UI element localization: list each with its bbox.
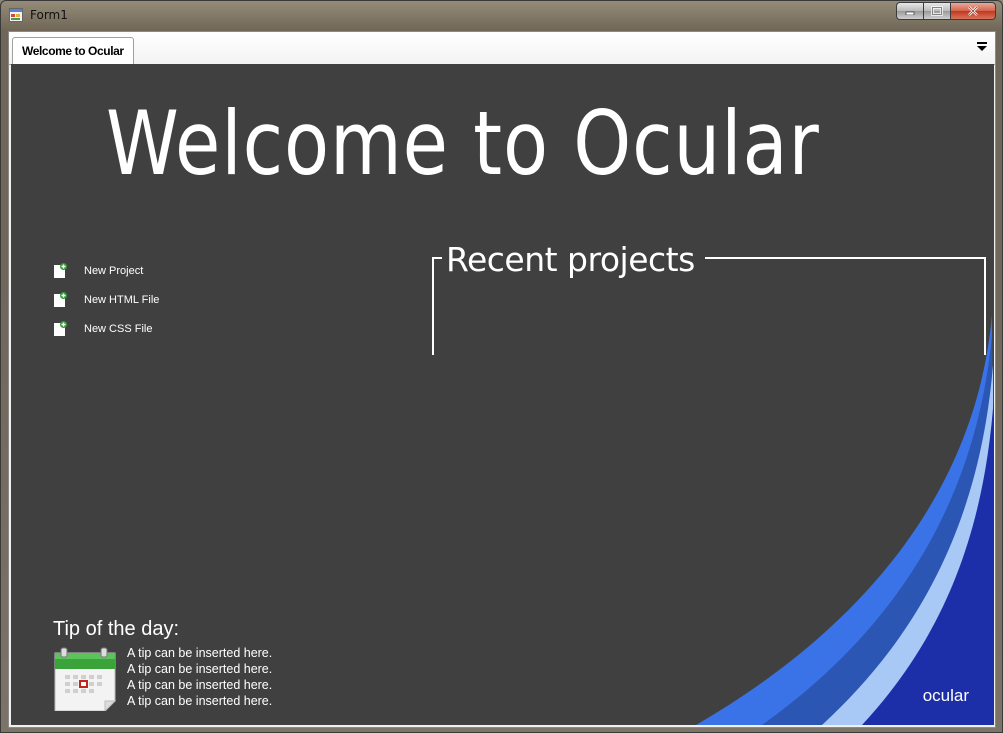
close-icon [968, 6, 978, 16]
new-file-icon [54, 291, 67, 307]
maximize-button[interactable] [923, 2, 950, 20]
tip-line: A tip can be inserted here. [127, 662, 273, 676]
close-button[interactable] [950, 2, 996, 20]
new-html-file-link[interactable]: New HTML File [53, 285, 159, 314]
caption-buttons [896, 2, 996, 21]
maximize-icon [931, 6, 943, 16]
new-file-icon [54, 262, 67, 278]
recent-projects-title: Recent projects [442, 241, 705, 279]
new-project-link[interactable]: New Project [53, 256, 159, 285]
minimize-icon [905, 11, 915, 15]
ocular-swoosh-graphic [696, 315, 994, 725]
welcome-panel: Welcome to Ocular New Project New HTML F… [11, 64, 994, 725]
client-area: Welcome to Ocular Welcome to Ocular New … [8, 31, 996, 728]
tip-line: A tip can be inserted here. [127, 678, 273, 692]
minimize-button[interactable] [896, 2, 923, 20]
ocular-brand-label: ocular [922, 686, 969, 705]
tab-strip: Welcome to Ocular [9, 32, 995, 65]
new-project-label: New Project [84, 264, 144, 277]
tip-text: A tip can be inserted here. A tip can be… [127, 645, 272, 711]
tip-line: A tip can be inserted here. [127, 646, 273, 660]
tab-menu-dropdown-icon[interactable] [975, 41, 989, 53]
new-css-file-link[interactable]: New CSS File [53, 314, 159, 343]
tab-welcome[interactable]: Welcome to Ocular [12, 37, 134, 64]
new-html-file-label: New HTML File [84, 293, 160, 306]
page-title: Welcome to Ocular [106, 92, 820, 195]
tip-title: Tip of the day: [53, 618, 179, 640]
new-file-icon [54, 320, 67, 336]
title-bar[interactable]: Form1 [1, 1, 1002, 31]
quick-actions: New Project New HTML File New CSS File [53, 256, 159, 343]
form-icon [9, 8, 23, 22]
tip-of-the-day: Tip of the day: A tip can be inserted he… [53, 618, 272, 711]
tip-body: A tip can be inserted here. A tip can be… [53, 645, 272, 711]
new-css-file-label: New CSS File [84, 322, 153, 335]
tip-line: A tip can be inserted here. [127, 694, 273, 708]
calendar-icon [54, 647, 117, 711]
app-window: Form1 Welcome to Ocular Welcome to Ocula… [0, 0, 1003, 733]
window-title: Form1 [30, 8, 68, 22]
recent-projects-group: Recent projects [432, 227, 987, 355]
